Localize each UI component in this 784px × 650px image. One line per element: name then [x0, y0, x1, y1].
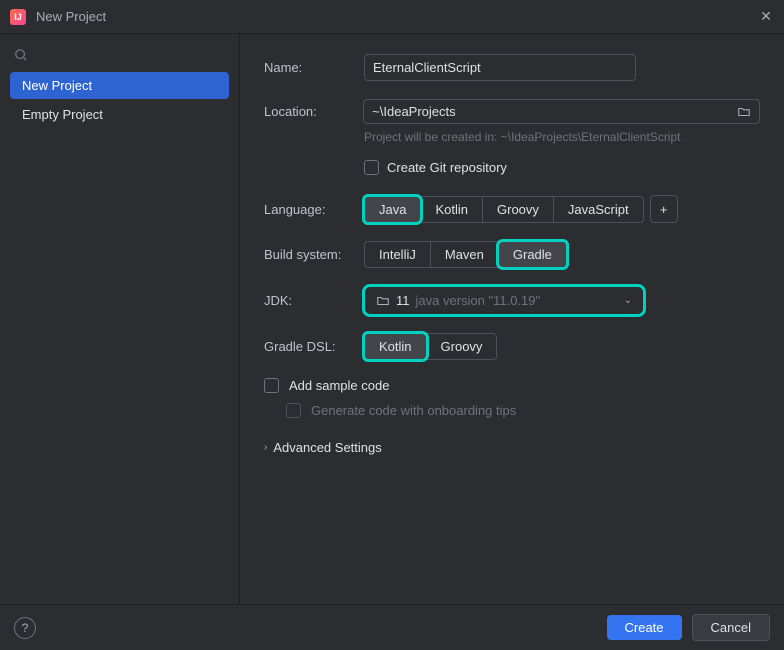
- dsl-group: Kotlin Groovy: [364, 333, 497, 360]
- sidebar-item-new-project[interactable]: New Project: [10, 72, 229, 99]
- sidebar-item-label: New Project: [22, 78, 92, 93]
- row-jdk: JDK: 11 java version "11.0.19" ⌄: [264, 286, 760, 315]
- window-title: New Project: [36, 9, 758, 24]
- row-language: Language: Java Kotlin Groovy JavaScript …: [264, 195, 760, 223]
- location-label: Location:: [264, 104, 363, 119]
- build-group: IntelliJ Maven Gradle: [364, 241, 567, 268]
- sample-label: Add sample code: [289, 378, 389, 393]
- git-checkbox[interactable]: [364, 160, 379, 175]
- location-value: ~\IdeaProjects: [372, 104, 737, 119]
- sample-checkbox[interactable]: [264, 378, 279, 393]
- row-sample-code[interactable]: Add sample code: [264, 378, 760, 393]
- name-input[interactable]: [364, 54, 636, 81]
- dsl-groovy[interactable]: Groovy: [426, 333, 498, 360]
- name-label: Name:: [264, 60, 364, 75]
- intellij-icon: IJ: [10, 9, 26, 25]
- language-java[interactable]: Java: [364, 196, 421, 223]
- location-hint: Project will be created in: ~\IdeaProjec…: [364, 130, 760, 144]
- sidebar: New Project Empty Project: [0, 34, 240, 604]
- main-panel: Name: Location: ~\IdeaProjects Project w…: [240, 34, 784, 604]
- jdk-detail: java version "11.0.19": [416, 293, 618, 308]
- build-intellij[interactable]: IntelliJ: [364, 241, 431, 268]
- language-label: Language:: [264, 202, 364, 217]
- titlebar: IJ New Project ✕: [0, 0, 784, 34]
- language-javascript[interactable]: JavaScript: [553, 196, 644, 223]
- add-language-button[interactable]: +: [650, 195, 678, 223]
- build-maven[interactable]: Maven: [430, 241, 499, 268]
- row-git[interactable]: Create Git repository: [364, 160, 760, 175]
- help-icon[interactable]: ?: [14, 617, 36, 639]
- row-build: Build system: IntelliJ Maven Gradle: [264, 241, 760, 268]
- dsl-label: Gradle DSL:: [264, 339, 364, 354]
- jdk-version: 11: [396, 293, 410, 308]
- git-label: Create Git repository: [387, 160, 507, 175]
- build-label: Build system:: [264, 247, 364, 262]
- language-group: Java Kotlin Groovy JavaScript: [364, 196, 644, 223]
- chevron-right-icon: ›: [264, 442, 267, 453]
- sidebar-item-empty-project[interactable]: Empty Project: [10, 101, 229, 128]
- sidebar-search[interactable]: [10, 44, 229, 66]
- jdk-folder-icon: [376, 294, 390, 308]
- language-kotlin[interactable]: Kotlin: [420, 196, 483, 223]
- row-name: Name:: [264, 54, 760, 81]
- language-groovy[interactable]: Groovy: [482, 196, 554, 223]
- close-icon[interactable]: ✕: [758, 8, 774, 25]
- jdk-label: JDK:: [264, 293, 364, 308]
- search-icon: [14, 48, 28, 62]
- sidebar-item-label: Empty Project: [22, 107, 103, 122]
- row-dsl: Gradle DSL: Kotlin Groovy: [264, 333, 760, 360]
- dialog-body: New Project Empty Project Name: Location…: [0, 34, 784, 604]
- footer: ? Create Cancel: [0, 604, 784, 650]
- onboarding-label: Generate code with onboarding tips: [311, 403, 516, 418]
- onboarding-checkbox: [286, 403, 301, 418]
- cancel-button[interactable]: Cancel: [692, 614, 770, 641]
- row-onboarding: Generate code with onboarding tips: [286, 403, 760, 418]
- chevron-down-icon: ⌄: [624, 295, 632, 306]
- advanced-settings-toggle[interactable]: › Advanced Settings: [264, 440, 760, 455]
- folder-icon[interactable]: [737, 105, 751, 119]
- row-location: Location: ~\IdeaProjects: [264, 99, 760, 124]
- jdk-dropdown[interactable]: 11 java version "11.0.19" ⌄: [364, 286, 644, 315]
- dsl-kotlin[interactable]: Kotlin: [364, 333, 427, 360]
- advanced-label: Advanced Settings: [273, 440, 381, 455]
- sample-block: Add sample code Generate code with onboa…: [264, 378, 760, 418]
- location-input[interactable]: ~\IdeaProjects: [363, 99, 760, 124]
- create-button[interactable]: Create: [607, 615, 682, 640]
- build-gradle[interactable]: Gradle: [498, 241, 567, 268]
